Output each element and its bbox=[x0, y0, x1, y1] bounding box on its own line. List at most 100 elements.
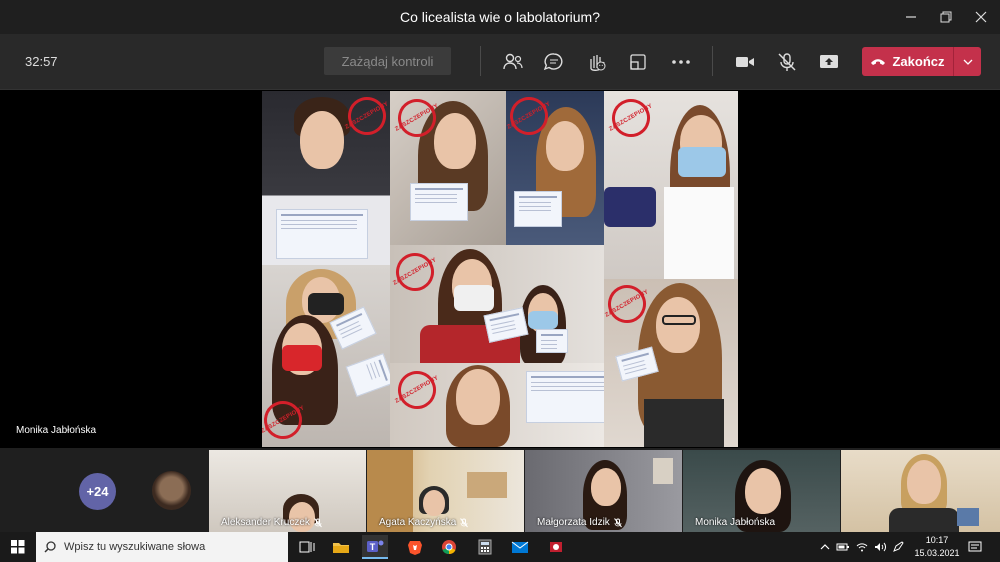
raise-hand-icon bbox=[590, 55, 606, 71]
microphone-muted-icon bbox=[460, 517, 469, 527]
shared-collage: ZASZCZEPIONY ZASZCZEPIONY ZASZCZEPIONY Z… bbox=[262, 91, 738, 447]
participant-label: Aleksander Kruczek bbox=[221, 517, 322, 528]
system-tray bbox=[820, 532, 904, 562]
svg-text:T: T bbox=[370, 542, 376, 552]
pen-icon[interactable] bbox=[892, 541, 904, 553]
minimize-icon bbox=[906, 16, 916, 18]
chat-button[interactable] bbox=[540, 48, 568, 76]
taskbar-app-chrome[interactable] bbox=[436, 535, 462, 559]
restore-button[interactable] bbox=[929, 0, 963, 34]
hangup-main[interactable]: Zakończ bbox=[862, 54, 953, 69]
more-actions-button[interactable] bbox=[667, 48, 695, 76]
participant-tile[interactable]: Agata Kaczyńska bbox=[367, 450, 524, 532]
participant-name: Agata Kaczyńska bbox=[379, 517, 457, 528]
collage-photo: ZASZCZEPIONY bbox=[262, 265, 390, 447]
folder-icon bbox=[333, 543, 349, 553]
hangup-options-button[interactable] bbox=[953, 47, 981, 76]
taskbar-app-calculator[interactable] bbox=[472, 535, 498, 559]
task-view-icon bbox=[299, 541, 315, 553]
clock-time: 10:17 bbox=[925, 535, 949, 545]
more-icon bbox=[672, 60, 690, 64]
meeting-toolbar: 32:57 Zażądaj kontroli Zakończ bbox=[0, 34, 1000, 90]
chevron-up-icon[interactable] bbox=[820, 543, 830, 551]
participant-label: Małgorzata Idzik bbox=[537, 517, 622, 528]
vaccinated-stamp: ZASZCZEPIONY bbox=[605, 92, 657, 144]
share-screen-button[interactable] bbox=[815, 48, 843, 76]
camera-icon bbox=[736, 57, 754, 67]
window-title: Co licealista wie o labolatorium? bbox=[400, 9, 600, 25]
mail-icon bbox=[511, 541, 529, 553]
collage-photo: ZASZCZEPIONY bbox=[506, 91, 604, 245]
brave-lion-icon bbox=[408, 541, 422, 555]
task-view-button[interactable] bbox=[294, 535, 320, 559]
taskbar-app-mail[interactable] bbox=[507, 535, 533, 559]
close-button[interactable] bbox=[964, 0, 998, 34]
search-placeholder: Wpisz tu wyszukiwane słowa bbox=[64, 541, 206, 553]
more-participants-badge[interactable]: +24 bbox=[79, 473, 116, 510]
participant-label: Monika Jabłońska bbox=[695, 517, 775, 528]
avatar[interactable] bbox=[152, 471, 191, 510]
people-icon bbox=[503, 53, 523, 70]
shared-content-stage: ZASZCZEPIONY ZASZCZEPIONY ZASZCZEPIONY Z… bbox=[0, 90, 1000, 448]
participant-tile[interactable]: Małgorzata Idzik bbox=[525, 450, 682, 532]
collage-photo: ZASZCZEPIONY bbox=[390, 363, 604, 447]
share-screen-icon bbox=[820, 55, 838, 68]
breakout-rooms-icon bbox=[630, 54, 646, 70]
collage-photo: ZASZCZEPIONY bbox=[390, 91, 506, 245]
calculator-icon bbox=[478, 539, 492, 555]
minimize-button[interactable] bbox=[894, 0, 928, 34]
taskbar-app-utility[interactable] bbox=[543, 535, 569, 559]
participant-strip: +24 Aleksander Kruczek Agata Kaczyńska M… bbox=[0, 448, 1000, 532]
collage-photo: ZASZCZEPIONY bbox=[604, 279, 738, 447]
participant-label: Agata Kaczyńska bbox=[379, 517, 469, 528]
taskbar-app-file-explorer[interactable] bbox=[328, 535, 354, 559]
clock-date: 15.03.2021 bbox=[914, 548, 960, 558]
hangup-label: Zakończ bbox=[892, 54, 945, 69]
windows-logo-icon bbox=[11, 540, 25, 554]
restore-icon bbox=[940, 11, 952, 23]
microphone-muted-icon bbox=[778, 53, 796, 71]
rooms-button[interactable] bbox=[624, 48, 652, 76]
collage-photo: ZASZCZEPIONY bbox=[262, 91, 390, 265]
toolbar-divider bbox=[480, 46, 481, 76]
call-timer: 32:57 bbox=[25, 54, 58, 69]
participant-name: Monika Jabłońska bbox=[695, 517, 776, 528]
microphone-button[interactable] bbox=[773, 48, 801, 76]
microphone-muted-icon bbox=[314, 517, 322, 527]
taskbar-app-teams[interactable]: T bbox=[362, 535, 388, 559]
vaccinated-stamp: ZASZCZEPIONY bbox=[390, 246, 441, 298]
reactions-button[interactable] bbox=[582, 48, 610, 76]
participant-name: Aleksander Kruczek bbox=[221, 517, 310, 528]
notification-center-button[interactable] bbox=[968, 532, 982, 562]
participants-button[interactable] bbox=[499, 48, 527, 76]
phone-hangup-icon bbox=[871, 58, 886, 65]
participant-name: Małgorzata Idzik bbox=[537, 517, 610, 528]
os-taskbar: Wpisz tu wyszukiwane słowa T 10:17 15.03… bbox=[0, 532, 1000, 562]
search-icon bbox=[44, 541, 56, 553]
chevron-down-icon bbox=[963, 59, 972, 65]
chrome-icon bbox=[442, 540, 456, 555]
participant-tile[interactable] bbox=[841, 450, 1000, 532]
vaccinated-stamp: ZASZCZEPIONY bbox=[391, 364, 443, 416]
close-icon bbox=[975, 11, 987, 23]
presenter-name: Monika Jabłońska bbox=[16, 425, 97, 436]
collage-photo: ZASZCZEPIONY bbox=[604, 91, 738, 279]
battery-icon[interactable] bbox=[836, 542, 850, 552]
volume-icon[interactable] bbox=[874, 542, 886, 552]
taskbar-search[interactable]: Wpisz tu wyszukiwane słowa bbox=[36, 532, 288, 562]
wifi-icon[interactable] bbox=[856, 542, 868, 552]
start-button[interactable] bbox=[0, 532, 36, 562]
participant-tile[interactable]: Monika Jabłońska bbox=[683, 450, 840, 532]
hangup-button[interactable]: Zakończ bbox=[862, 47, 981, 76]
request-control-button[interactable]: Zażądaj kontroli bbox=[324, 47, 451, 75]
notification-icon bbox=[968, 541, 982, 552]
toolbar-divider bbox=[712, 46, 713, 76]
teams-icon: T bbox=[367, 540, 384, 552]
camera-button[interactable] bbox=[731, 48, 759, 76]
collage-photo: ZASZCZEPIONY bbox=[390, 245, 604, 363]
chat-icon bbox=[543, 53, 563, 71]
participant-tile[interactable]: Aleksander Kruczek bbox=[209, 450, 366, 532]
system-clock[interactable]: 10:17 15.03.2021 bbox=[912, 534, 962, 560]
taskbar-app-brave[interactable] bbox=[402, 535, 428, 559]
app-icon bbox=[550, 542, 562, 552]
